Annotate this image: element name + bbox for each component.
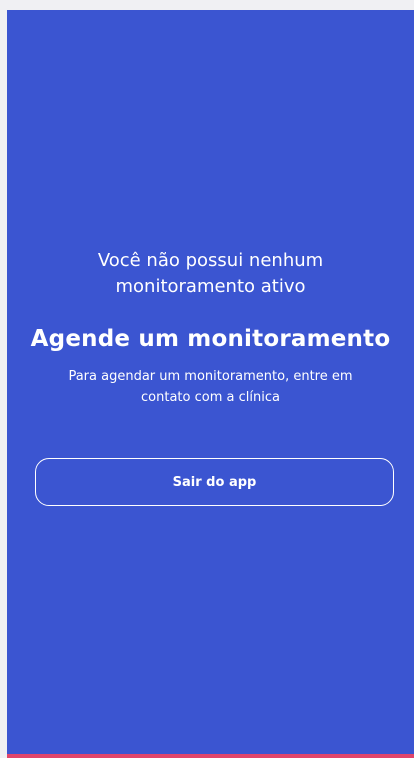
- status-message-line-1: Você não possui nenhum: [97, 250, 324, 271]
- status-message-line-2: monitoramento ativo: [115, 276, 306, 297]
- schedule-description: Para agendar um monitoramento, entre em …: [31, 366, 391, 408]
- exit-app-button[interactable]: Sair do app: [35, 458, 394, 506]
- schedule-title: Agende um monitoramento: [30, 326, 391, 352]
- schedule-description-line-2: contato com a clínica: [141, 390, 280, 405]
- empty-state-screen: Você não possui nenhum monitoramento ati…: [7, 10, 414, 754]
- schedule-description-line-1: Para agendar um monitoramento, entre em: [68, 369, 353, 384]
- empty-state-content: Você não possui nenhum monitoramento ati…: [7, 248, 414, 408]
- bottom-accent-bar: [7, 754, 414, 758]
- app-frame: Você não possui nenhum monitoramento ati…: [0, 0, 414, 758]
